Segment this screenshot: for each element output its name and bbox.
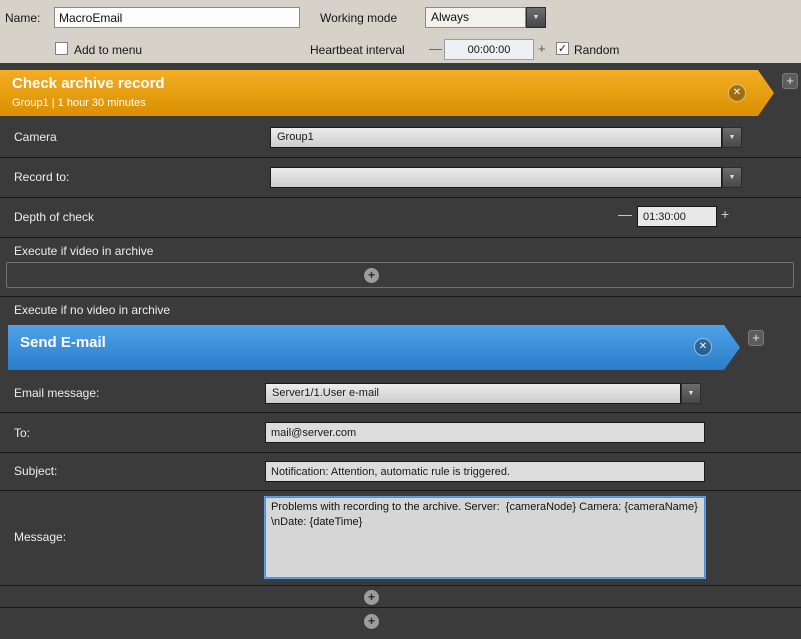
macro-editor: Name: Working mode Always ▼ Add to menu … (0, 0, 801, 639)
separator (0, 412, 801, 413)
depth-of-check-label: Depth of check (14, 210, 94, 224)
chevron-down-icon: ▼ (729, 174, 736, 181)
close-check-archive-button[interactable]: ✕ (728, 84, 746, 102)
separator (0, 237, 801, 238)
email-message-select[interactable]: Server1/1.User e-mail (265, 383, 681, 404)
heartbeat-input[interactable] (444, 39, 534, 60)
close-icon: ✕ (699, 341, 707, 352)
depth-input[interactable] (637, 206, 717, 227)
camera-label: Camera (14, 130, 57, 144)
plus-icon: + (752, 330, 760, 345)
execute-if-video-label: Execute if video in archive (14, 244, 153, 258)
chevron-down-icon: ▼ (688, 390, 695, 397)
add-email-subaction-button[interactable]: + (364, 590, 379, 605)
record-to-dropdown-button[interactable]: ▼ (722, 167, 742, 188)
close-icon: ✕ (733, 87, 741, 98)
check-icon: ✓ (558, 43, 567, 55)
add-to-menu-checkbox[interactable] (55, 42, 68, 55)
circle-plus-icon: + (368, 268, 375, 282)
name-label: Name: (5, 11, 40, 25)
chevron-down-icon: ▼ (729, 134, 736, 141)
chevron-down-icon: ▼ (533, 14, 540, 21)
separator (0, 607, 801, 608)
separator (0, 490, 801, 491)
action-subtitle: Group1 | 1 hour 30 minutes (12, 97, 146, 109)
depth-decrement[interactable]: — (618, 206, 632, 222)
circle-plus-icon: + (368, 614, 375, 628)
email-message-label: Email message: (14, 386, 99, 400)
working-mode-dropdown-button[interactable]: ▼ (526, 7, 546, 28)
to-label: To: (14, 426, 30, 440)
heartbeat-increment[interactable]: + (538, 41, 546, 56)
add-action-button[interactable]: + (782, 73, 798, 89)
separator (0, 585, 801, 586)
execute-if-no-video-label: Execute if no video in archive (14, 303, 170, 317)
close-send-email-button[interactable]: ✕ (694, 338, 712, 356)
separator (0, 197, 801, 198)
separator (0, 296, 801, 297)
circle-plus-icon: + (368, 590, 375, 604)
subject-label: Subject: (14, 464, 57, 478)
add-video-action-button[interactable]: + (364, 268, 379, 283)
working-mode-label: Working mode (320, 11, 397, 25)
camera-dropdown-button[interactable]: ▼ (722, 127, 742, 148)
email-action-title: Send E-mail (20, 334, 106, 351)
add-no-video-action-button[interactable]: + (364, 614, 379, 629)
plus-icon: + (786, 73, 794, 88)
heartbeat-decrement[interactable]: — (429, 41, 442, 56)
execute-if-video-dropzone (6, 262, 794, 288)
macro-toolbar: Name: Working mode Always ▼ Add to menu … (0, 0, 801, 63)
random-checkbox[interactable]: ✓ (556, 42, 569, 55)
action-title: Check archive record (12, 75, 165, 92)
message-textarea[interactable]: Problems with recording to the archive. … (265, 497, 705, 578)
name-input[interactable] (54, 7, 300, 28)
add-subaction-button[interactable]: + (748, 330, 764, 346)
send-email-header: Send E-mail ✕ (8, 325, 740, 370)
to-input[interactable] (265, 422, 705, 443)
random-label: Random (574, 43, 619, 57)
depth-increment[interactable]: + (721, 206, 729, 222)
record-to-select[interactable] (270, 167, 722, 188)
email-message-dropdown-button[interactable]: ▼ (681, 383, 701, 404)
subject-input[interactable] (265, 461, 705, 482)
separator (0, 452, 801, 453)
message-label: Message: (14, 530, 66, 544)
separator (0, 157, 801, 158)
check-archive-record-header: Check archive record Group1 | 1 hour 30 … (0, 70, 774, 116)
record-to-label: Record to: (14, 170, 69, 184)
camera-select[interactable]: Group1 (270, 127, 722, 148)
heartbeat-label: Heartbeat interval (310, 43, 405, 57)
working-mode-select[interactable]: Always (425, 7, 526, 28)
add-to-menu-label: Add to menu (74, 43, 142, 57)
